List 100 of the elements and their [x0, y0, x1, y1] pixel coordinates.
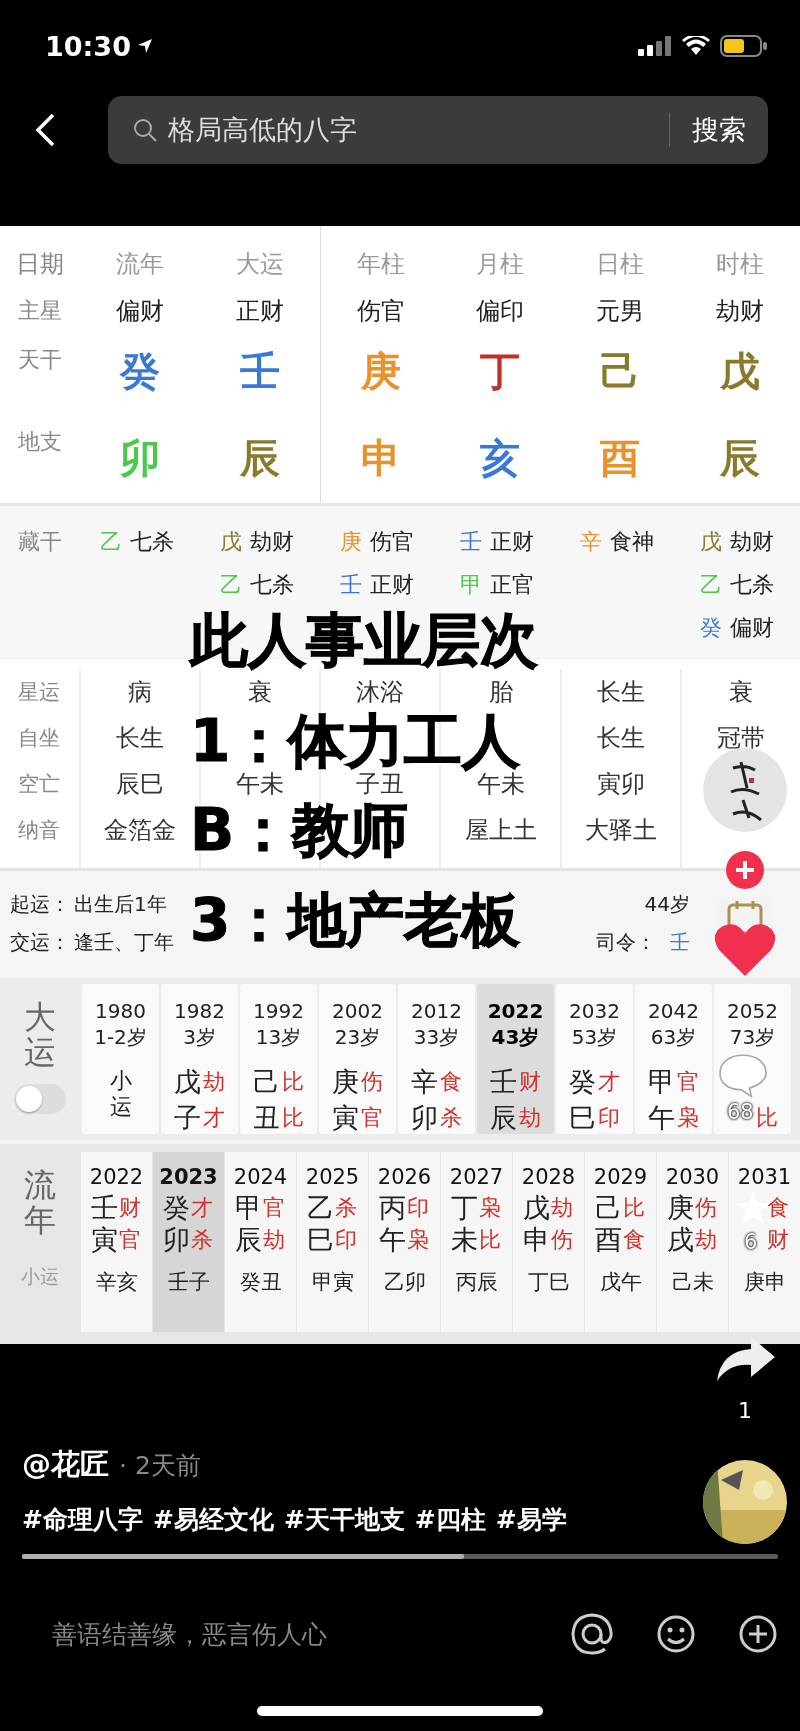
mention-icon[interactable] — [570, 1612, 614, 1656]
ten-god: 财 — [766, 1226, 789, 1254]
year-card[interactable]: 2024 甲 官 辰劫 癸丑 — [225, 1152, 296, 1332]
row-label: 星运 — [18, 679, 61, 706]
earthly-branch: 酉 — [600, 434, 641, 483]
hashtag-link[interactable]: #命理八字 — [22, 1503, 143, 1536]
ten-god: 杀 — [190, 1226, 213, 1254]
ten-god: 比 — [478, 1226, 501, 1254]
luck-pillar-card[interactable]: 2032 53岁 癸才 巳 印 — [556, 984, 633, 1134]
hashtag-link[interactable]: #天干地支 — [283, 1503, 405, 1536]
favorite-count: 6 — [744, 1230, 758, 1254]
luck-text: 逢壬、丁年 — [74, 928, 175, 956]
branch-char: 申 — [522, 1223, 551, 1257]
ten-god: 食 — [622, 1226, 645, 1254]
ten-god: 比 — [282, 1068, 304, 1096]
luck-pillar-card[interactable]: 2022 43岁 壬财 辰劫 — [477, 984, 554, 1134]
ten-god: 正财 — [370, 570, 414, 599]
table-cell-text: 长生 — [115, 723, 164, 754]
main-star-label: 元男 — [596, 296, 645, 327]
table-cell-text: 午未 — [236, 769, 285, 800]
age-label: 43岁 — [491, 1024, 540, 1050]
row-label: 空亡 — [18, 771, 61, 798]
year-label: 2027 — [449, 1164, 504, 1191]
ten-god: 官 — [677, 1068, 699, 1096]
hidden-stem: 辛 — [580, 527, 602, 556]
luck-pillar-card[interactable]: 1982 3岁 戊劫 子才 — [161, 984, 238, 1134]
heavenly-stem: 庚 — [360, 347, 401, 396]
luck-pillar-card[interactable]: 2002 23岁 庚伤 寅官 — [319, 984, 396, 1134]
year-card[interactable]: 2029 己 比 酉食 戊午 — [585, 1152, 656, 1332]
hashtag-link[interactable]: #四柱 — [414, 1503, 486, 1536]
stem-char: 癸 — [162, 1191, 191, 1225]
ten-god: 偏财 — [730, 613, 774, 642]
ten-god: 劫财 — [730, 527, 774, 556]
add-icon[interactable] — [738, 1614, 778, 1654]
column-header: 流年 — [115, 249, 164, 280]
ten-god: 比 — [756, 1104, 778, 1132]
year-label: 2032 — [569, 998, 620, 1024]
branch-char: 卯 — [411, 1101, 438, 1135]
luck-pillar-card[interactable]: 2012 33岁 辛食 卯杀 — [398, 984, 475, 1134]
luck-pillar-card[interactable]: 2042 63岁 甲 官 午枭 — [635, 984, 712, 1134]
ten-god: 才 — [598, 1068, 620, 1096]
stem-char: 辛 — [411, 1065, 438, 1099]
hashtag-link[interactable]: #易学 — [495, 1503, 567, 1536]
earthly-branch: 卯 — [119, 434, 160, 483]
wifi-icon — [682, 36, 710, 56]
minor-luck-pillar: 己未 — [671, 1269, 714, 1296]
year-label: 2042 — [648, 998, 699, 1024]
heavenly-stem: 癸 — [119, 347, 160, 396]
ten-god: 正财 — [490, 527, 534, 556]
stem-char: 壬 — [490, 1065, 517, 1099]
year-label: 2026 — [377, 1164, 432, 1191]
year-label: 2052 — [727, 998, 778, 1024]
column-header: 时柱 — [716, 249, 765, 280]
year-label: 2030 — [665, 1164, 720, 1191]
location-arrow-icon — [136, 38, 153, 54]
year-card[interactable]: 2030 庚伤 戌劫 己未 — [657, 1152, 728, 1332]
hashtag-link[interactable]: #易经文化 — [152, 1503, 274, 1536]
search-field[interactable]: 格局高低的八字 搜索 — [108, 96, 768, 164]
table-cell-text: 子丑 — [356, 770, 405, 800]
stem-char: 壬 — [90, 1191, 119, 1225]
hidden-stem: 乙 — [220, 570, 242, 599]
row-label: 纳音 — [18, 817, 61, 844]
like-heart-icon[interactable] — [713, 922, 777, 978]
row-label: 自坐 — [18, 725, 61, 752]
year-card[interactable]: 2025 乙杀 巳印 甲寅 — [297, 1152, 368, 1332]
year-card[interactable]: 2022 壬财 寅官 辛亥 — [81, 1152, 152, 1332]
year-card[interactable]: 2027 丁枭 未比 丙辰 — [441, 1152, 512, 1332]
progress-track[interactable] — [22, 1554, 778, 1559]
luck-pillar-card[interactable]: 1992 13岁 己 比 丑 比 — [240, 984, 317, 1134]
branch-char: 未 — [450, 1223, 479, 1257]
year-card[interactable]: 2028 戊劫 申 伤 丁巳 — [513, 1152, 584, 1332]
caption-text: B：教师 — [190, 800, 409, 860]
heavenly-stem: 丁 — [480, 347, 521, 396]
follow-plus-icon[interactable] — [726, 851, 764, 889]
row-label: 地支 — [17, 428, 62, 456]
luck-pillar-card[interactable]: 1980 1-2岁 小运 — [82, 984, 159, 1134]
branch-char: 戌 — [666, 1223, 695, 1257]
ten-god: 印 — [334, 1226, 357, 1254]
author-name[interactable]: @花匠 — [22, 1445, 109, 1485]
section-label: 流年 — [24, 1168, 56, 1239]
hidden-stem: 乙 — [700, 570, 722, 599]
emoji-icon[interactable] — [656, 1614, 696, 1654]
stem-char: 戊 — [174, 1065, 201, 1099]
search-button[interactable]: 搜索 — [692, 112, 746, 148]
earthly-branch: 申 — [360, 434, 401, 483]
branch-char: 寅 — [332, 1101, 359, 1135]
ten-god: 官 — [361, 1104, 383, 1132]
toggle-switch[interactable] — [14, 1084, 66, 1115]
row-label: 天干 — [17, 346, 62, 374]
hidden-stem: 壬 — [340, 570, 362, 599]
comment-input[interactable]: 善语结善缘，恶言伤人心 — [52, 1617, 528, 1651]
luck-label: 交运： — [10, 928, 70, 956]
age-label: 63岁 — [650, 1024, 697, 1050]
column-header: 月柱 — [476, 249, 525, 280]
year-card[interactable]: 2023 癸才 卯杀 壬子 — [153, 1152, 224, 1332]
age-label: 33岁 — [413, 1024, 460, 1050]
back-icon[interactable] — [34, 113, 56, 147]
ten-god: 枭 — [677, 1104, 699, 1132]
year-card[interactable]: 2026 丙印 午枭 乙卯 — [369, 1152, 440, 1332]
branch-char: 午 — [378, 1223, 407, 1257]
